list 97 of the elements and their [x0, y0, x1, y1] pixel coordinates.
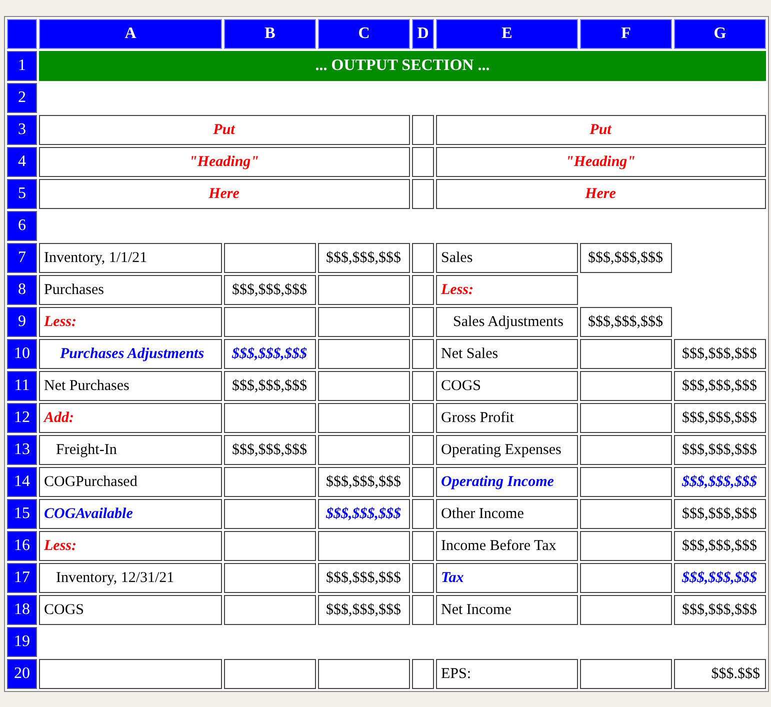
row-header[interactable]: 20	[7, 659, 37, 689]
table-cell: $$$,$$$,$$$	[674, 403, 766, 433]
row-header[interactable]: 1	[7, 51, 37, 81]
table-cell: $$$,$$$,$$$	[674, 531, 766, 561]
table-cell: Add:	[39, 403, 222, 433]
table-cell: $$$,$$$,$$$	[224, 339, 316, 369]
table-cell	[412, 179, 434, 209]
table-cell	[412, 115, 434, 145]
corner-header[interactable]	[7, 19, 37, 49]
row-header[interactable]: 7	[7, 243, 37, 273]
table-cell: Sales	[436, 243, 578, 273]
table-cell: COGAvailable	[39, 499, 222, 529]
table-cell: $$$,$$$,$$$	[318, 243, 410, 273]
table-cell: Purchases Adjustments	[39, 339, 222, 369]
table-cell: Inventory, 12/31/21	[39, 563, 222, 593]
table-cell: Less:	[436, 275, 578, 305]
column-header[interactable]: G	[674, 19, 766, 49]
table-cell: $$$,$$$,$$$	[318, 563, 410, 593]
table-cell: Inventory, 1/1/21	[39, 243, 222, 273]
table-cell: Here	[39, 179, 410, 209]
table-cell: COGS	[436, 371, 578, 401]
table-cell: EPS:	[436, 659, 578, 689]
row-header[interactable]: 19	[7, 627, 37, 657]
row-header[interactable]: 17	[7, 563, 37, 593]
table-cell	[412, 275, 434, 305]
column-header[interactable]: A	[39, 19, 222, 49]
table-cell: Gross Profit	[436, 403, 578, 433]
row-header[interactable]: 4	[7, 147, 37, 177]
column-header[interactable]: B	[224, 19, 316, 49]
column-header[interactable]: D	[412, 19, 434, 49]
table-cell: Purchases	[39, 275, 222, 305]
table-cell: COGPurchased	[39, 467, 222, 497]
table-cell: Net Income	[436, 595, 578, 625]
table-cell: Here	[436, 179, 766, 209]
table-cell	[412, 307, 434, 337]
table-cell: Freight-In	[39, 435, 222, 465]
row-header[interactable]: 13	[7, 435, 37, 465]
table-cell: Net Purchases	[39, 371, 222, 401]
table-cell: $$$.$$$	[674, 659, 766, 689]
table-cell	[412, 531, 434, 561]
table-cell: $$$,$$$,$$$	[318, 467, 410, 497]
table-cell	[412, 243, 434, 273]
table-cell: Put	[436, 115, 766, 145]
table-cell: COGS	[39, 595, 222, 625]
table-cell: Net Sales	[436, 339, 578, 369]
row-header[interactable]: 11	[7, 371, 37, 401]
table-cell: "Heading"	[39, 147, 410, 177]
table-cell: $$$,$$$,$$$	[674, 499, 766, 529]
table-cell	[412, 371, 434, 401]
column-header[interactable]: F	[580, 19, 672, 49]
table-cell	[412, 467, 434, 497]
table-cell: $$$,$$$,$$$	[318, 595, 410, 625]
table-cell	[412, 595, 434, 625]
table-cell	[412, 499, 434, 529]
table-cell: $$$,$$$,$$$	[580, 243, 672, 273]
table-cell: Income Before Tax	[436, 531, 578, 561]
table-cell: $$$,$$$,$$$	[674, 595, 766, 625]
table-cell: Operating Income	[436, 467, 578, 497]
table-cell: $$$,$$$,$$$	[674, 563, 766, 593]
table-cell: $$$,$$$,$$$	[674, 435, 766, 465]
row-header[interactable]: 5	[7, 179, 37, 209]
row-header[interactable]: 8	[7, 275, 37, 305]
table-cell	[412, 339, 434, 369]
table-cell	[412, 403, 434, 433]
row-header[interactable]: 15	[7, 499, 37, 529]
table-cell: $$$,$$$,$$$	[224, 435, 316, 465]
row-header[interactable]: 10	[7, 339, 37, 369]
row-header[interactable]: 14	[7, 467, 37, 497]
table-cell: Other Income	[436, 499, 578, 529]
table-cell: Sales Adjustments	[436, 307, 578, 337]
table-cell: $$$,$$$,$$$	[224, 371, 316, 401]
row-header[interactable]: 9	[7, 307, 37, 337]
section-banner: ... OUTPUT SECTION ...	[39, 51, 766, 81]
table-cell	[412, 147, 434, 177]
table-cell: Less:	[39, 531, 222, 561]
row-header[interactable]: 16	[7, 531, 37, 561]
column-header[interactable]: E	[436, 19, 578, 49]
table-cell: $$$,$$$,$$$	[674, 467, 766, 497]
column-header[interactable]: C	[318, 19, 410, 49]
row-header[interactable]: 12	[7, 403, 37, 433]
table-cell: $$$,$$$,$$$	[674, 371, 766, 401]
table-cell: Operating Expenses	[436, 435, 578, 465]
table-cell: Put	[39, 115, 410, 145]
table-cell: Less:	[39, 307, 222, 337]
table-cell: $$$,$$$,$$$	[674, 339, 766, 369]
table-cell	[412, 659, 434, 689]
table-cell: $$$,$$$,$$$	[224, 275, 316, 305]
table-cell: Tax	[436, 563, 578, 593]
row-header[interactable]: 3	[7, 115, 37, 145]
row-header[interactable]: 6	[7, 211, 37, 241]
table-cell: $$$,$$$,$$$	[580, 307, 672, 337]
table-cell: "Heading"	[436, 147, 766, 177]
table-cell: $$$,$$$,$$$	[318, 499, 410, 529]
row-header[interactable]: 18	[7, 595, 37, 625]
table-cell	[412, 563, 434, 593]
row-header[interactable]: 2	[7, 83, 37, 113]
table-cell	[412, 435, 434, 465]
